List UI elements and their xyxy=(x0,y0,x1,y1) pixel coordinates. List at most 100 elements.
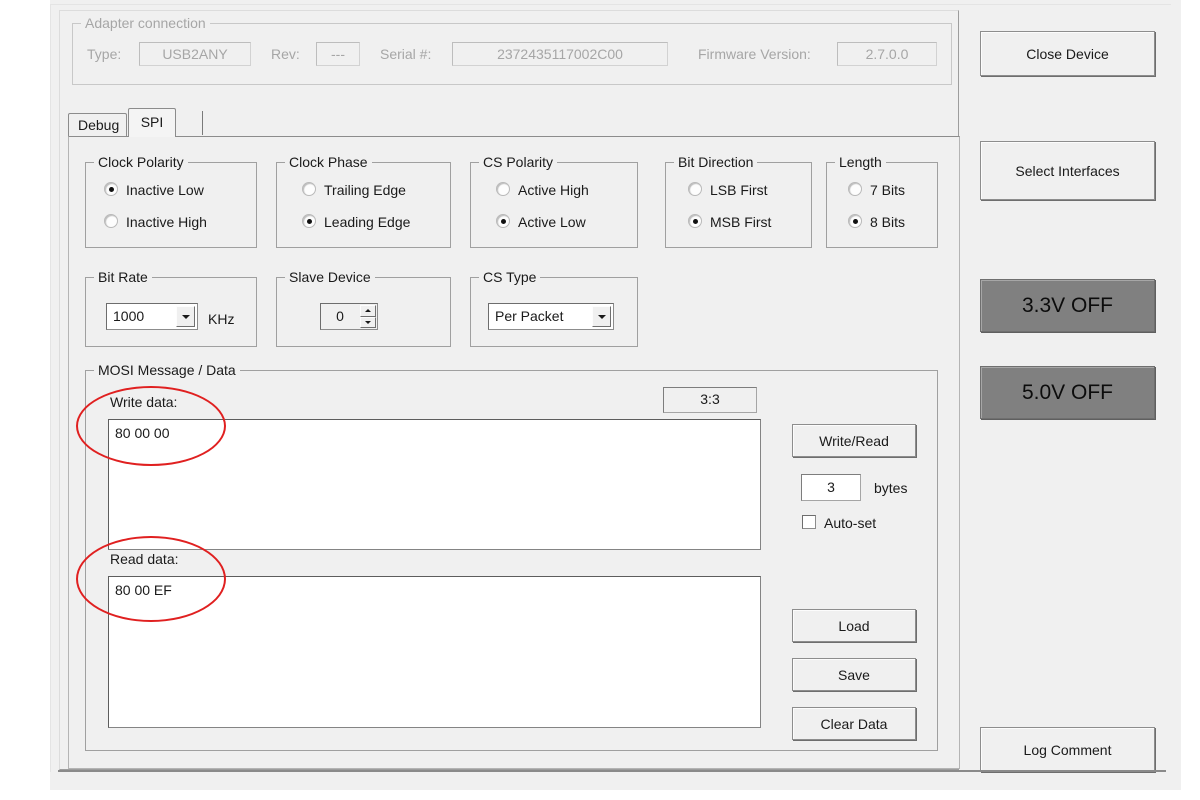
write-data-label: Write data: xyxy=(110,394,178,410)
cs-polarity-title: CS Polarity xyxy=(479,155,558,170)
select-interfaces-button[interactable]: Select Interfaces xyxy=(980,141,1155,200)
bytes-input[interactable]: 3 xyxy=(801,474,861,501)
bit-rate-value: 1000 xyxy=(113,308,145,324)
radio-8-bits-label: 8 Bits xyxy=(870,214,906,230)
rail-5v0-label: 5.0V OFF xyxy=(1021,380,1114,404)
radio-active-high-label: Active High xyxy=(518,182,589,198)
spi-tab-page: Clock Polarity Inactive Low Inactive Hig… xyxy=(68,136,960,769)
spin-down-icon[interactable] xyxy=(360,316,376,328)
dialog-window: Adapter connection Type: USB2ANY Rev: --… xyxy=(50,0,1181,790)
read-data-value: 80 00 EF xyxy=(115,582,172,598)
radio-lsb-first-mark xyxy=(688,182,702,196)
radio-leading-edge-mark xyxy=(302,214,316,228)
log-comment-button[interactable]: Log Comment xyxy=(980,727,1155,772)
bit-rate-group: Bit Rate 1000 KHz xyxy=(85,270,257,347)
tabstrip: Debug SPI xyxy=(68,107,960,137)
tab-spi[interactable]: SPI xyxy=(128,108,176,137)
radio-inactive-high-label: Inactive High xyxy=(126,214,207,230)
chevron-down-icon[interactable] xyxy=(592,306,611,327)
close-device-button[interactable]: Close Device xyxy=(980,31,1155,76)
radio-msb-first-mark xyxy=(688,214,702,228)
load-button-label: Load xyxy=(838,617,870,634)
radio-active-low-mark xyxy=(496,214,510,228)
save-button-label: Save xyxy=(838,666,870,683)
radio-7-bits-label: 7 Bits xyxy=(870,182,906,198)
firmware-version-label: Firmware Version: xyxy=(698,46,811,62)
length-title: Length xyxy=(835,155,886,170)
read-data-textarea[interactable]: 80 00 EF xyxy=(108,576,761,728)
cs-type-value: Per Packet xyxy=(495,308,564,324)
bytes-label: bytes xyxy=(874,480,908,496)
radio-inactive-high-mark xyxy=(104,214,118,228)
length-group: Length 7 Bits 8 Bits xyxy=(826,155,938,248)
radio-7-bits-mark xyxy=(848,182,862,196)
radio-active-high-mark xyxy=(496,182,510,196)
radio-inactive-low-label: Inactive Low xyxy=(126,182,204,198)
tab-spi-label: SPI xyxy=(140,114,164,130)
firmware-version-value: 2.7.0.0 xyxy=(837,42,937,66)
radio-trailing-edge-mark xyxy=(302,182,316,196)
auto-set-label: Auto-set xyxy=(824,515,877,531)
bit-rate-combo[interactable]: 1000 xyxy=(106,303,198,330)
mosi-message-data-group: MOSI Message / Data Write data: 3:3 80 0… xyxy=(85,363,938,751)
rail-5v0-toggle-button[interactable]: 5.0V OFF xyxy=(980,366,1155,419)
adapter-type-value: USB2ANY xyxy=(139,42,251,66)
mosi-group-title: MOSI Message / Data xyxy=(94,363,240,378)
adapter-serial-label: Serial #: xyxy=(380,46,432,62)
slave-device-value: 0 xyxy=(336,308,344,324)
adapter-rev-label: Rev: xyxy=(271,46,300,62)
dialog-window-inner: Adapter connection Type: USB2ANY Rev: --… xyxy=(50,4,1171,772)
cs-type-combo[interactable]: Per Packet xyxy=(488,303,614,330)
log-comment-label: Log Comment xyxy=(1023,741,1112,758)
cs-type-group: CS Type Per Packet xyxy=(470,270,638,347)
spin-up-icon[interactable] xyxy=(360,305,376,317)
tab-debug[interactable]: Debug xyxy=(68,113,127,137)
close-device-label: Close Device xyxy=(1026,45,1109,62)
adapter-rev-value: --- xyxy=(316,42,360,66)
adapter-connection-group: Adapter connection Type: USB2ANY Rev: --… xyxy=(72,16,952,85)
bit-direction-group: Bit Direction LSB First MSB First xyxy=(665,155,812,248)
clock-polarity-title: Clock Polarity xyxy=(94,155,188,170)
adapter-type-label: Type: xyxy=(87,46,122,62)
byte-counter-field: 3:3 xyxy=(663,387,757,413)
window-bottom-divider xyxy=(58,770,1166,772)
clock-phase-title: Clock Phase xyxy=(285,155,372,170)
radio-trailing-edge-label: Trailing Edge xyxy=(324,182,406,198)
write-data-value: 80 00 00 xyxy=(115,425,170,441)
slave-device-spin-buttons xyxy=(360,305,376,328)
adapter-serial-value: 2372435117002C00 xyxy=(452,42,668,66)
application-window: Adapter connection Type: USB2ANY Rev: --… xyxy=(0,0,1200,800)
bit-rate-title: Bit Rate xyxy=(94,270,152,285)
read-data-label: Read data: xyxy=(110,551,179,567)
write-read-button[interactable]: Write/Read xyxy=(792,424,916,457)
select-interfaces-label: Select Interfaces xyxy=(1015,162,1120,179)
radio-active-low-label: Active Low xyxy=(518,214,586,230)
tab-focus-caret xyxy=(202,111,203,135)
cs-type-title: CS Type xyxy=(479,270,541,285)
save-button[interactable]: Save xyxy=(792,658,916,691)
radio-leading-edge-label: Leading Edge xyxy=(324,214,411,230)
slave-device-group: Slave Device 0 xyxy=(276,270,451,347)
slave-device-spinner[interactable]: 0 xyxy=(320,303,378,330)
rail-3v3-label: 3.3V OFF xyxy=(1021,293,1114,317)
rail-3v3-toggle-button[interactable]: 3.3V OFF xyxy=(980,279,1155,332)
cs-polarity-group: CS Polarity Active High Active Low xyxy=(470,155,638,248)
bit-direction-title: Bit Direction xyxy=(674,155,758,170)
clear-data-button-label: Clear Data xyxy=(820,715,888,732)
radio-inactive-low-mark xyxy=(104,182,118,196)
tab-debug-label: Debug xyxy=(78,117,120,133)
write-read-button-label: Write/Read xyxy=(819,432,889,449)
chevron-down-icon[interactable] xyxy=(176,306,195,327)
write-data-textarea[interactable]: 80 00 00 xyxy=(108,419,761,550)
bit-rate-units: KHz xyxy=(208,311,235,327)
spi-client-panel: Adapter connection Type: USB2ANY Rev: --… xyxy=(59,10,960,770)
load-button[interactable]: Load xyxy=(792,609,916,642)
slave-device-title: Slave Device xyxy=(285,270,375,285)
clear-data-button[interactable]: Clear Data xyxy=(792,707,916,740)
radio-msb-first-label: MSB First xyxy=(710,214,772,230)
auto-set-checkbox-mark xyxy=(802,515,816,529)
clock-phase-group: Clock Phase Trailing Edge Leading Edge xyxy=(276,155,451,248)
adapter-connection-title: Adapter connection xyxy=(81,16,210,31)
clock-polarity-group: Clock Polarity Inactive Low Inactive Hig… xyxy=(85,155,257,248)
radio-lsb-first-label: LSB First xyxy=(710,182,768,198)
